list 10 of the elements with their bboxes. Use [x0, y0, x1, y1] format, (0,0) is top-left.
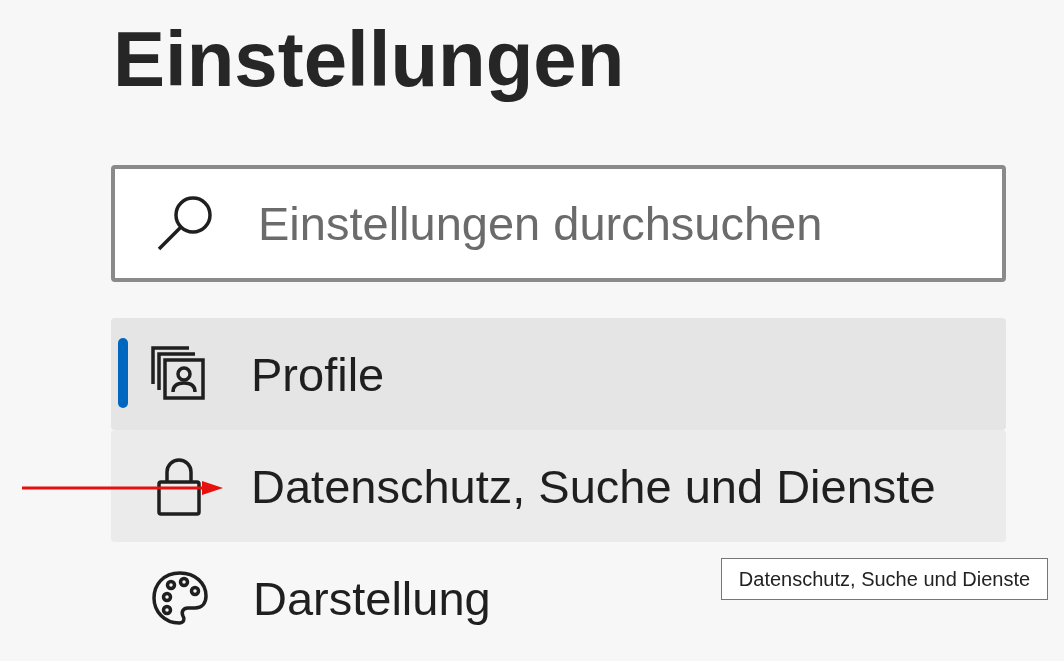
page-title: Einstellungen	[113, 16, 626, 102]
tooltip: Datenschutz, Suche und Dienste	[721, 558, 1048, 600]
palette-icon	[151, 570, 209, 626]
nav-item[interactable]: Profile	[111, 318, 1006, 430]
selection-indicator	[118, 338, 128, 408]
nav-item[interactable]: Datenschutz, Suche und Dienste	[111, 430, 1006, 542]
search-icon	[155, 193, 215, 253]
nav-item[interactable]: Darstellung	[253, 570, 491, 626]
search-field[interactable]: Einstellungen durchsuchen	[111, 165, 1006, 282]
profile-icon	[151, 346, 207, 402]
